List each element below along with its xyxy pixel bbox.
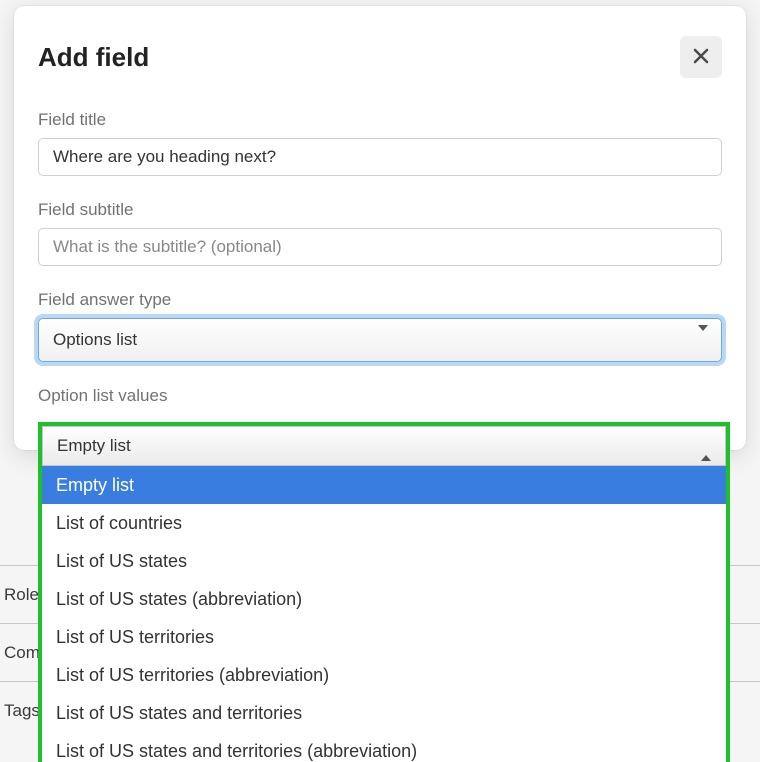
answer-type-value: Options list [53, 330, 137, 350]
answer-type-label: Field answer type [38, 290, 722, 310]
field-title-label: Field title [38, 110, 722, 130]
modal-header: Add field [38, 6, 722, 110]
option-us-territories[interactable]: List of US territories [42, 618, 726, 656]
add-field-modal: Add field Field title Field subtitle Fie… [14, 6, 746, 450]
option-list-dropdown: Empty list Empty list List of countries … [38, 422, 730, 762]
option-us-states[interactable]: List of US states [42, 542, 726, 580]
option-us-states-abbrev[interactable]: List of US states (abbreviation) [42, 580, 726, 618]
option-list-label: Option list values [38, 386, 722, 406]
close-icon [692, 47, 710, 68]
option-list-countries[interactable]: List of countries [42, 504, 726, 542]
field-subtitle-group: Field subtitle [38, 200, 722, 266]
close-button[interactable] [680, 36, 722, 78]
field-subtitle-label: Field subtitle [38, 200, 722, 220]
option-list-group: Option list values [38, 386, 722, 406]
chevron-down-icon [698, 331, 708, 349]
option-list-selected-value: Empty list [57, 436, 131, 456]
modal-title: Add field [38, 42, 149, 73]
field-title-input[interactable] [38, 138, 722, 176]
option-us-territories-abbrev[interactable]: List of US territories (abbreviation) [42, 656, 726, 694]
field-title-group: Field title [38, 110, 722, 176]
chevron-up-icon [701, 436, 711, 456]
answer-type-select[interactable]: Options list [38, 318, 722, 362]
field-subtitle-input[interactable] [38, 228, 722, 266]
option-list-select[interactable]: Empty list [42, 426, 726, 466]
option-us-states-territories[interactable]: List of US states and territories [42, 694, 726, 732]
option-us-states-territories-abbrev[interactable]: List of US states and territories (abbre… [42, 732, 726, 762]
answer-type-group: Field answer type Options list [38, 290, 722, 362]
option-list-options: Empty list List of countries List of US … [42, 466, 726, 762]
option-empty-list[interactable]: Empty list [42, 466, 726, 504]
